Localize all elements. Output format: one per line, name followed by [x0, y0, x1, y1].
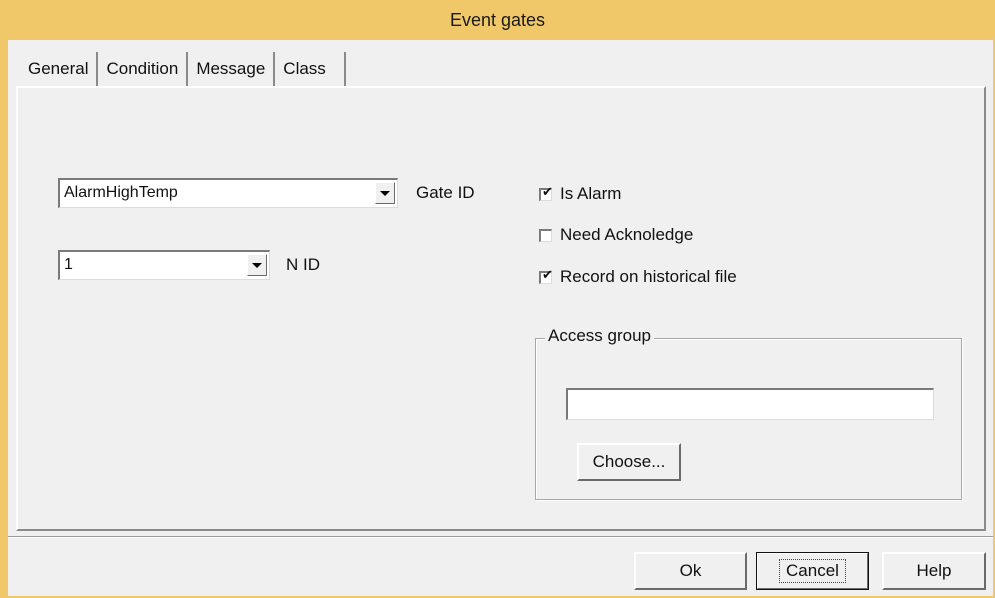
checkbox-box[interactable]: ✔	[539, 266, 553, 284]
gate-id-combobox[interactable]: AlarmHighTemp	[58, 178, 398, 208]
access-group-box: Access group Choose...	[535, 326, 962, 500]
cancel-button[interactable]: Cancel	[756, 552, 869, 590]
need-acknoledge-label: Need Acknoledge	[560, 225, 694, 244]
tab-class[interactable]: Class	[275, 52, 346, 86]
ok-button[interactable]: Ok	[634, 552, 747, 590]
n-id-value: 1	[64, 256, 73, 273]
n-id-dropdown-button[interactable]	[247, 254, 267, 276]
tab-strip: General Condition Message Class	[18, 52, 346, 86]
is-alarm-label: Is Alarm	[560, 184, 622, 203]
n-id-label: N ID	[286, 255, 320, 274]
tab-condition[interactable]: Condition	[98, 52, 189, 86]
n-id-combobox[interactable]: 1	[58, 250, 270, 280]
tab-message[interactable]: Message	[188, 52, 276, 86]
footer-divider	[8, 536, 993, 538]
access-group-legend: Access group	[545, 326, 654, 346]
chevron-down-icon	[252, 262, 262, 268]
title-bar: Event gates	[0, 0, 995, 40]
gate-id-label: Gate ID	[416, 183, 475, 202]
is-alarm-checkbox[interactable]: ✔ Is Alarm	[539, 183, 621, 205]
tab-general[interactable]: General	[18, 52, 99, 86]
access-group-input[interactable]	[566, 388, 934, 420]
checkbox-box[interactable]: ✔	[539, 183, 553, 201]
help-button[interactable]: Help	[882, 552, 986, 590]
record-historical-label: Record on historical file	[560, 267, 737, 286]
general-tab-panel: AlarmHighTemp Gate ID 1 N ID ✔ Is Alarm …	[16, 86, 986, 531]
checkbox-box[interactable]	[539, 228, 552, 242]
choose-button[interactable]: Choose...	[577, 443, 681, 481]
need-acknoledge-checkbox[interactable]: Need Acknoledge	[539, 224, 693, 246]
record-historical-checkbox[interactable]: ✔ Record on historical file	[539, 266, 737, 288]
gate-id-value: AlarmHighTemp	[64, 184, 178, 201]
checkmark-icon: ✔	[542, 266, 553, 282]
chevron-down-icon	[380, 190, 390, 196]
dialog-client: General Condition Message Class AlarmHig…	[8, 40, 993, 596]
window-title: Event gates	[449, 9, 546, 30]
checkmark-icon: ✔	[542, 183, 553, 199]
gate-id-dropdown-button[interactable]	[375, 182, 395, 204]
cancel-label: Cancel	[779, 559, 846, 583]
